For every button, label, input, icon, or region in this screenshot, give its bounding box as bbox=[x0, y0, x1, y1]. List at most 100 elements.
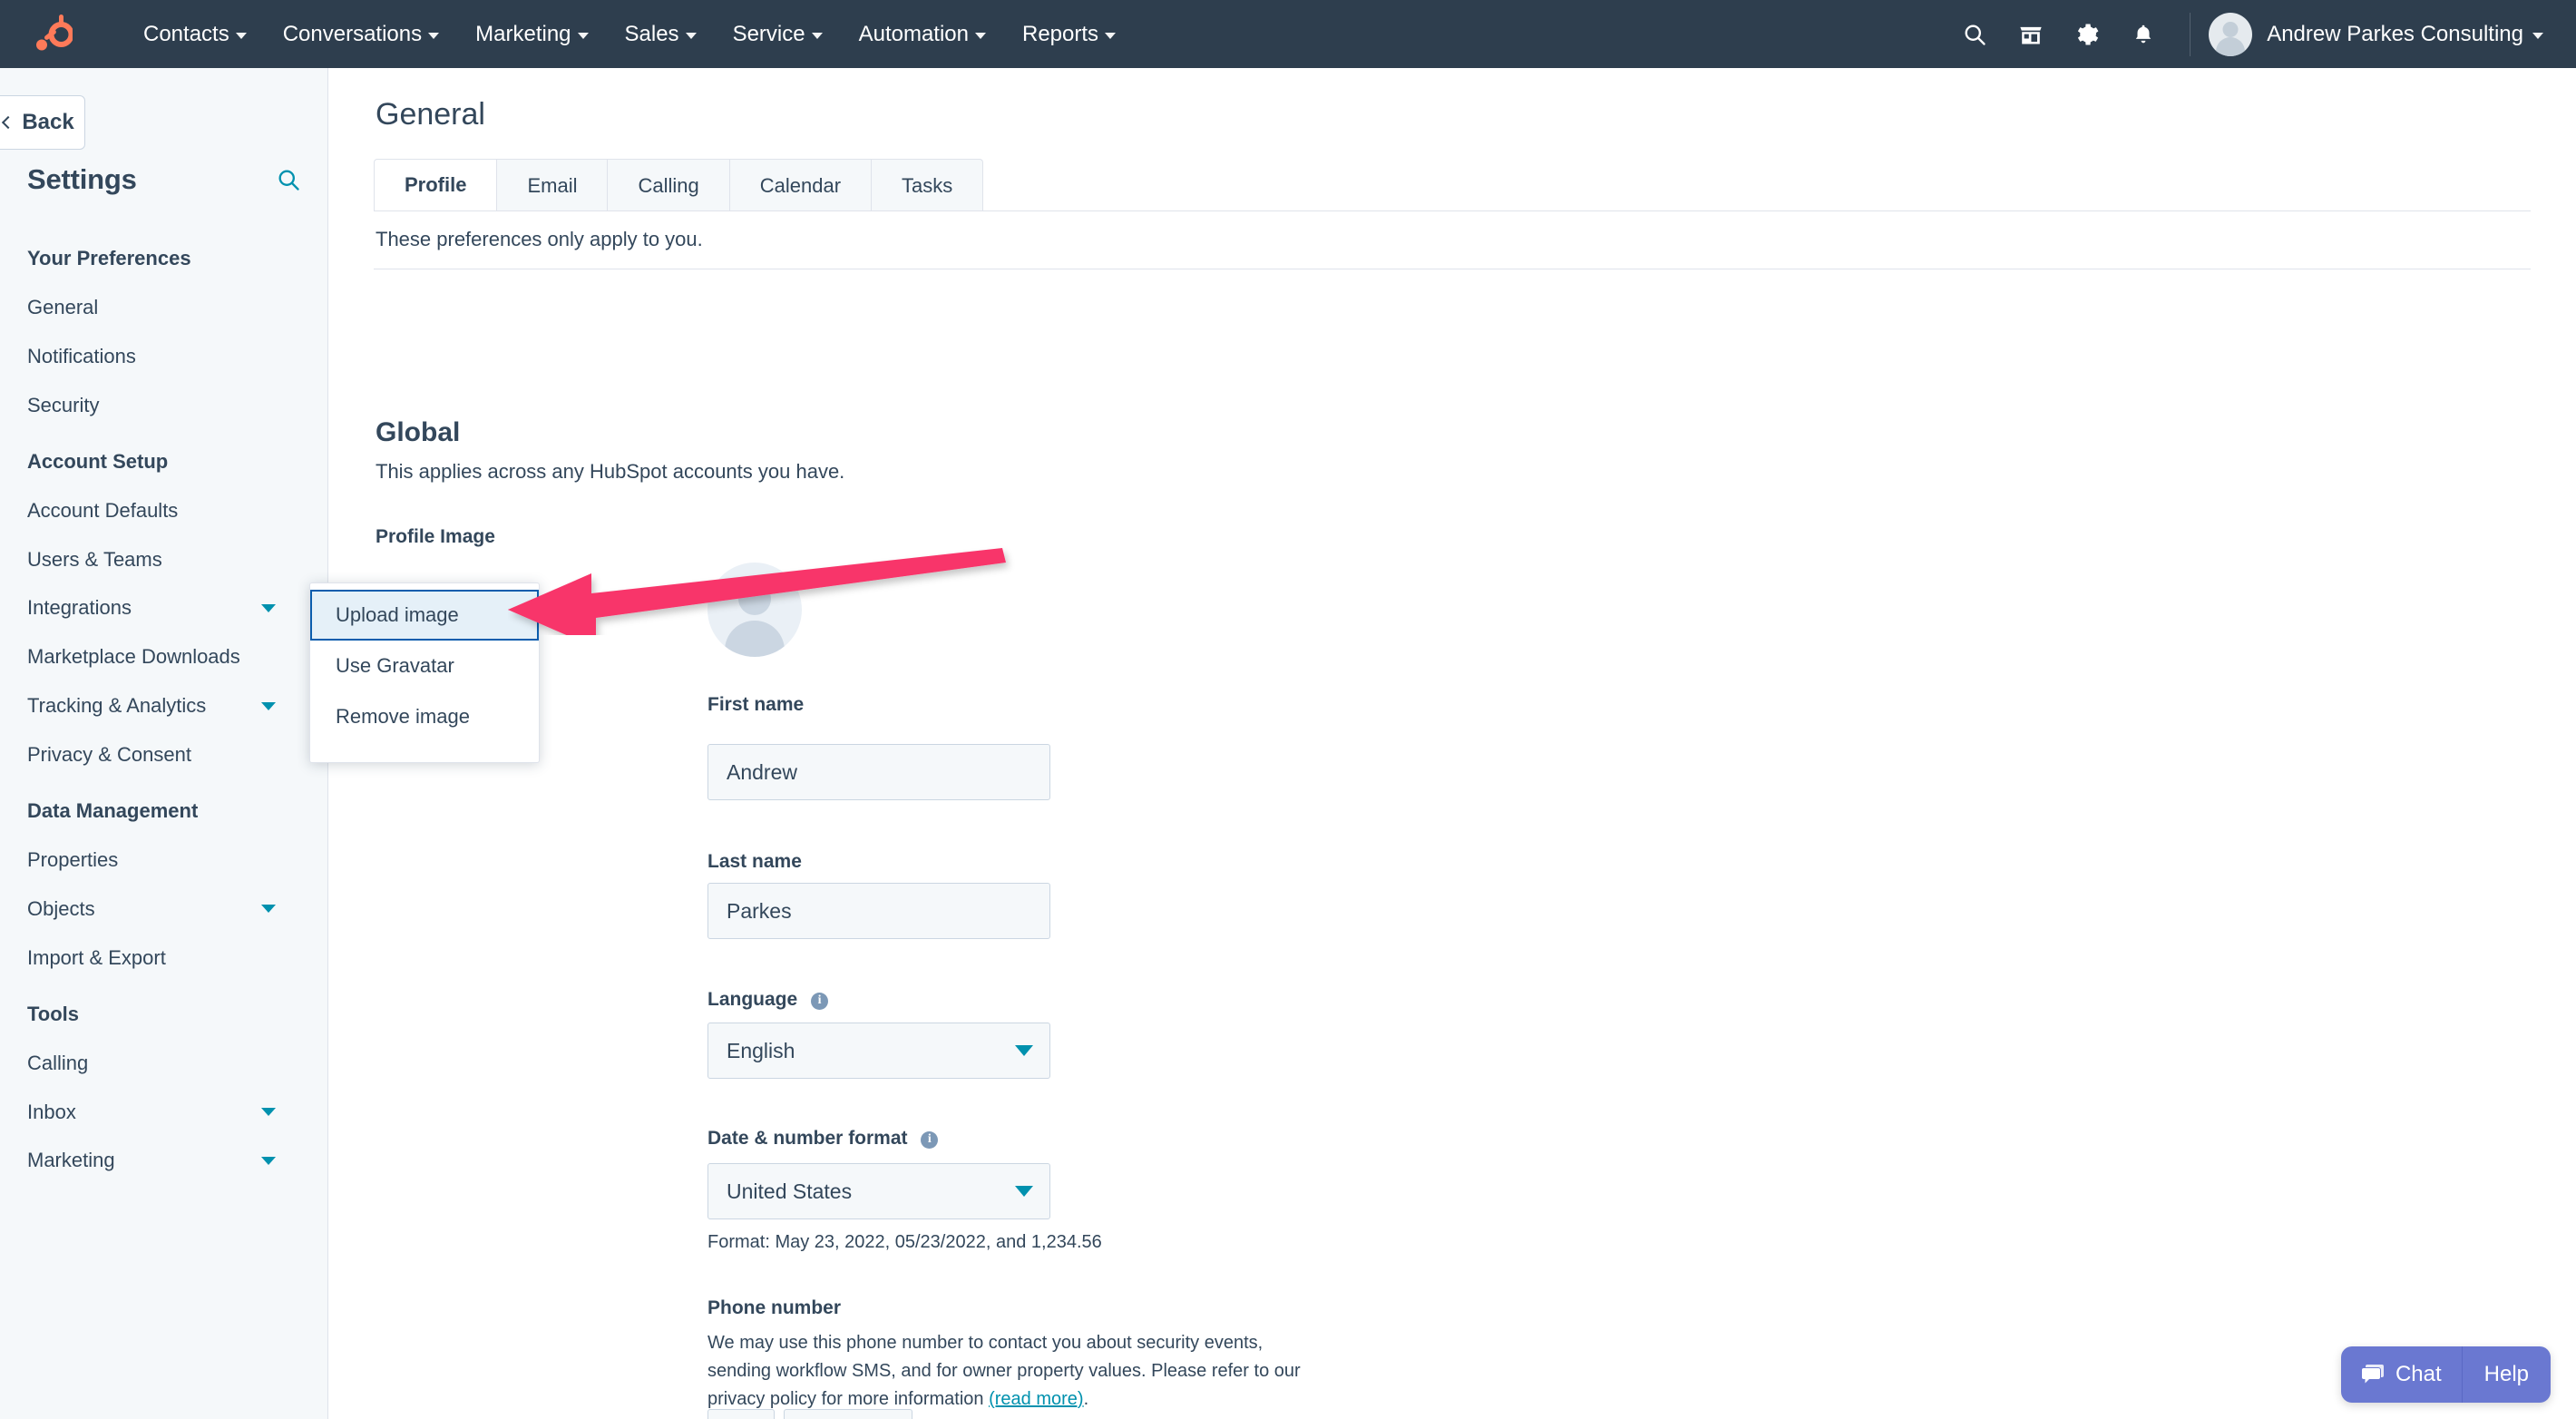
sidebar-item-integrations[interactable]: Integrations bbox=[0, 583, 328, 632]
nav-item-label: Sales bbox=[624, 21, 679, 46]
sidebar-item-label: Marketplace Downloads bbox=[27, 645, 240, 669]
first-name-value: Andrew bbox=[727, 759, 797, 784]
info-icon[interactable]: i bbox=[921, 1130, 939, 1149]
nav-item-automation[interactable]: Automation bbox=[841, 22, 1004, 47]
tab-label: Email bbox=[527, 173, 578, 197]
account-avatar[interactable] bbox=[2209, 12, 2253, 56]
info-icon[interactable]: i bbox=[811, 992, 829, 1010]
notifications-bell-icon[interactable] bbox=[2115, 6, 2171, 63]
language-label-text: Language bbox=[707, 989, 798, 1010]
default-user-avatar-icon[interactable] bbox=[707, 563, 802, 657]
tab-email[interactable]: Email bbox=[497, 159, 609, 211]
chevron-down-icon bbox=[261, 603, 276, 612]
nav-item-sales[interactable]: Sales bbox=[607, 22, 715, 47]
chevron-down-icon bbox=[1015, 1186, 1033, 1197]
hubspot-logo-icon[interactable] bbox=[27, 14, 82, 54]
account-menu-button[interactable]: Andrew Parkes Consulting bbox=[2267, 22, 2543, 47]
language-select[interactable]: English bbox=[707, 1023, 1050, 1079]
nav-item-label: Conversations bbox=[282, 21, 423, 46]
sidebar-item-general[interactable]: General bbox=[0, 283, 328, 332]
phone-number-label: Phone number bbox=[707, 1297, 842, 1318]
sidebar-item-properties[interactable]: Properties bbox=[0, 836, 328, 885]
read-more-link[interactable]: (read more) bbox=[989, 1389, 1083, 1409]
date-format-label-text: Date & number format bbox=[707, 1128, 908, 1149]
help-button[interactable]: Help bbox=[2463, 1346, 2551, 1403]
first-name-label: First name bbox=[707, 694, 805, 715]
top-navigation-bar: Contacts Conversations Marketing Sales Servi… bbox=[0, 0, 2576, 68]
tab-calling[interactable]: Calling bbox=[608, 159, 730, 211]
tab-tasks[interactable]: Tasks bbox=[872, 159, 984, 211]
settings-sidebar: Back Settings Your Preferences General Not… bbox=[0, 68, 328, 1419]
sidebar-item-objects[interactable]: Objects bbox=[0, 885, 328, 934]
sidebar-item-import-export[interactable]: Import & Export bbox=[0, 934, 328, 983]
settings-gear-icon[interactable] bbox=[2059, 6, 2115, 63]
last-name-label: Last name bbox=[707, 851, 802, 872]
global-section-subtext: This applies across any HubSpot accounts… bbox=[376, 460, 845, 483]
nav-item-label: Marketing bbox=[475, 21, 571, 46]
nav-item-contacts[interactable]: Contacts bbox=[125, 22, 265, 47]
chat-label: Chat bbox=[2395, 1362, 2442, 1386]
sidebar-group-heading: Tools bbox=[27, 1002, 80, 1025]
sidebar-item-users-teams[interactable]: Users & Teams bbox=[0, 535, 328, 584]
chat-bubble-icon bbox=[2361, 1364, 2385, 1385]
sidebar-item-notifications[interactable]: Notifications bbox=[0, 332, 328, 381]
sidebar-item-label: Inbox bbox=[27, 1100, 76, 1123]
chevron-down-icon bbox=[261, 1156, 276, 1165]
menu-item-upload-image[interactable]: Upload image bbox=[310, 590, 539, 641]
country-code-select[interactable] bbox=[707, 1409, 775, 1419]
first-name-input[interactable]: Andrew bbox=[707, 744, 1050, 800]
tab-calendar[interactable]: Calendar bbox=[729, 159, 873, 211]
date-format-helper: Format: May 23, 2022, 05/23/2022, and 1,… bbox=[707, 1232, 1102, 1252]
chevron-down-icon bbox=[2532, 32, 2543, 39]
language-label: Language i bbox=[707, 989, 829, 1011]
menu-item-label: Use Gravatar bbox=[336, 654, 454, 677]
search-icon[interactable] bbox=[276, 167, 301, 192]
tabs-underline bbox=[374, 210, 2531, 211]
last-name-input[interactable]: Parkes bbox=[707, 883, 1050, 939]
nav-item-service[interactable]: Service bbox=[715, 22, 841, 47]
menu-item-remove-image[interactable]: Remove image bbox=[310, 691, 539, 742]
nav-item-conversations[interactable]: Conversations bbox=[265, 22, 457, 47]
sidebar-item-label: Notifications bbox=[27, 344, 136, 367]
sidebar-item-inbox[interactable]: Inbox bbox=[0, 1088, 328, 1137]
back-button-label: Back bbox=[22, 110, 74, 134]
phone-input-row: +1 bbox=[707, 1409, 912, 1419]
nav-item-reports[interactable]: Reports bbox=[1004, 22, 1134, 47]
nav-item-marketing[interactable]: Marketing bbox=[457, 22, 606, 47]
chevron-down-icon bbox=[261, 701, 276, 710]
search-icon[interactable] bbox=[1947, 6, 2003, 63]
sidebar-item-label: Integrations bbox=[27, 596, 132, 620]
chevron-down-icon bbox=[1105, 32, 1117, 39]
sidebar-item-label: Privacy & Consent bbox=[27, 743, 191, 767]
page-title: General bbox=[376, 97, 485, 132]
phone-number-input[interactable]: +1 bbox=[784, 1409, 912, 1419]
sidebar-item-label: Security bbox=[27, 393, 100, 416]
sidebar-item-marketing[interactable]: Marketing bbox=[0, 1136, 328, 1185]
menu-item-use-gravatar[interactable]: Use Gravatar bbox=[310, 641, 539, 691]
settings-nav-list: Your Preferences General Notifications Secu… bbox=[0, 227, 328, 1185]
chevron-down-icon bbox=[685, 32, 697, 39]
sidebar-item-marketplace-downloads[interactable]: Marketplace Downloads bbox=[0, 632, 328, 681]
nav-item-label: Service bbox=[732, 21, 805, 46]
chevron-down-icon bbox=[235, 32, 247, 39]
chat-button[interactable]: Chat bbox=[2341, 1346, 2462, 1403]
marketplace-icon[interactable] bbox=[2003, 6, 2059, 63]
back-button[interactable]: Back bbox=[0, 95, 85, 150]
date-format-select[interactable]: United States bbox=[707, 1163, 1050, 1219]
sidebar-item-calling[interactable]: Calling bbox=[0, 1039, 328, 1088]
profile-image-label: Profile Image bbox=[376, 526, 495, 547]
sidebar-item-privacy-consent[interactable]: Privacy & Consent bbox=[0, 730, 328, 779]
sidebar-item-account-defaults[interactable]: Account Defaults bbox=[0, 486, 328, 535]
sidebar-item-tracking-analytics[interactable]: Tracking & Analytics bbox=[0, 681, 328, 730]
sidebar-group-heading: Data Management bbox=[27, 799, 199, 823]
date-format-value: United States bbox=[727, 1179, 853, 1203]
sidebar-item-label: Users & Teams bbox=[27, 547, 162, 571]
tab-label: Tasks bbox=[902, 173, 953, 197]
chevron-down-icon bbox=[811, 32, 823, 39]
nav-item-label: Contacts bbox=[143, 21, 229, 46]
tab-profile[interactable]: Profile bbox=[374, 159, 498, 211]
sidebar-item-label: Objects bbox=[27, 896, 95, 920]
main-content: General Profile Email Calling Calendar Tasks… bbox=[328, 68, 2576, 1419]
preferences-note: These preferences only apply to you. bbox=[376, 228, 703, 250]
sidebar-item-security[interactable]: Security bbox=[0, 381, 328, 430]
